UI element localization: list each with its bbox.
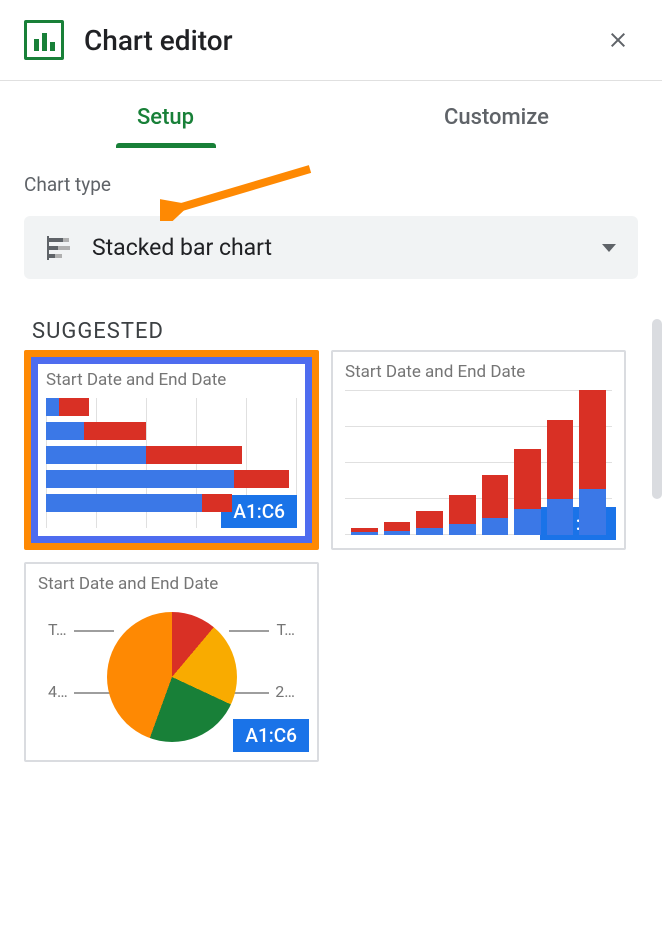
pie-leader-label: 2…: [275, 682, 295, 701]
editor-title: Chart editor: [84, 24, 598, 57]
chart-type-selected: Stacked bar chart: [92, 234, 602, 261]
suggestion-stacked-column[interactable]: Start Date and End Date A1:C6: [331, 350, 626, 550]
suggestion-pie[interactable]: Start Date and End Date T… 4… T… 2… A1:C…: [24, 562, 319, 762]
chart-type-dropdown[interactable]: Stacked bar chart: [24, 216, 638, 279]
tab-setup[interactable]: Setup: [0, 81, 331, 148]
stacked-column-preview: [345, 390, 612, 535]
scrollbar-thumb[interactable]: [652, 319, 662, 499]
close-button[interactable]: [598, 20, 638, 60]
chevron-down-icon: [602, 244, 616, 252]
editor-header: Chart editor: [0, 0, 662, 81]
suggestion-title: Start Date and End Date: [46, 370, 297, 390]
chart-type-label: Chart type: [24, 173, 638, 196]
pie-leader-label: T…: [276, 620, 295, 639]
suggested-label: SUGGESTED: [32, 319, 648, 344]
tab-customize[interactable]: Customize: [331, 81, 662, 148]
tab-bar: Setup Customize: [0, 81, 662, 149]
suggested-section: SUGGESTED Start Date and End Date A1:C6 …: [0, 319, 662, 762]
suggestion-title: Start Date and End Date: [345, 362, 612, 382]
stacked-bar-preview: [46, 398, 297, 528]
pie-leader-label: T…: [48, 620, 67, 639]
suggestion-title: Start Date and End Date: [38, 574, 305, 594]
pie-leader-label: 4…: [48, 682, 68, 701]
suggestion-stacked-bar[interactable]: Start Date and End Date A1:C6: [24, 350, 319, 550]
chart-type-section: Chart type: [0, 149, 662, 196]
stacked-bar-icon: [46, 236, 74, 260]
chart-logo-icon: [24, 20, 64, 60]
range-badge: A1:C6: [233, 719, 309, 752]
suggestions-grid: Start Date and End Date A1:C6 Start Date…: [14, 350, 648, 762]
close-icon: [606, 28, 630, 52]
